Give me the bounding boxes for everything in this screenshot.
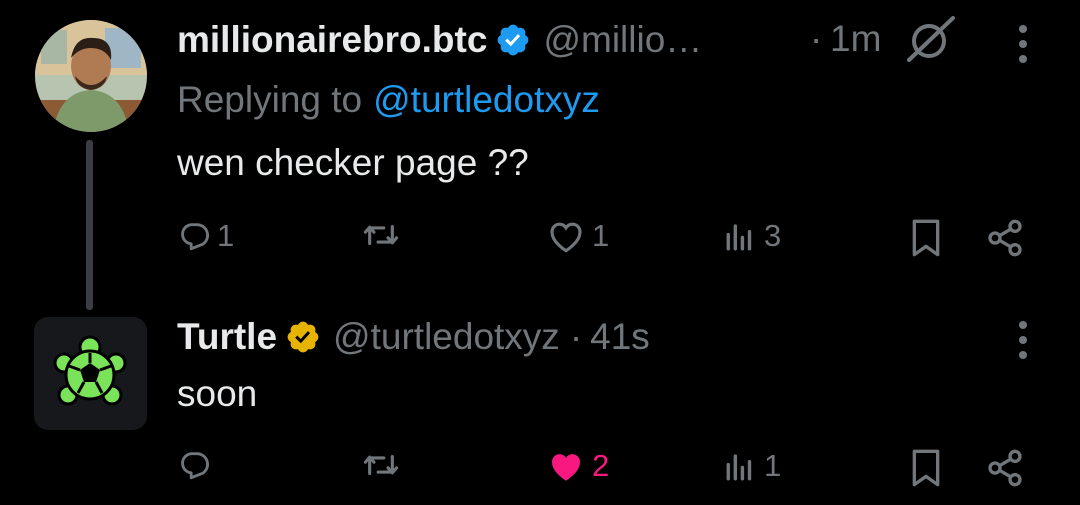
share-icon[interactable] [985,448,1025,488]
more-options-icon[interactable] [1017,24,1029,64]
time-separator: · [810,18,823,59]
repost-icon [363,224,399,246]
replying-to-handle-link[interactable]: @turtledotxyz [373,79,600,121]
username-handle[interactable]: @turtledotxyz [333,316,560,358]
like-count: 2 [592,448,610,483]
tweet-time[interactable]: 1m [830,18,881,60]
views-button[interactable]: 1 [724,448,781,484]
repost-button[interactable] [360,218,408,252]
repost-icon [363,454,399,476]
heart-filled-icon [552,454,580,481]
reply-button[interactable] [177,448,217,482]
user-avatar-image [35,20,147,132]
turtle-logo-icon [53,335,127,406]
bookmark-icon[interactable] [909,448,943,488]
verified-badge-icon [498,24,529,56]
more-options-icon[interactable] [1017,320,1029,360]
heart-outline-icon [550,222,582,253]
username-handle[interactable]: @millio… [543,19,702,61]
tweet-time[interactable]: 41s [590,316,650,358]
time-separator: · [569,316,583,357]
view-count: 1 [764,448,782,483]
like-button[interactable]: 1 [546,218,609,254]
reply-button[interactable]: 1 [177,218,234,254]
tweet1-header: millionairebro.btc @millio… [177,16,702,64]
replying-to-label: Replying to [177,79,363,120]
reply-icon [181,223,209,251]
like-button[interactable]: 2 [546,448,609,484]
avatar[interactable] [34,317,147,430]
reply-icon [181,452,209,480]
tweet-text: wen checker page ?? [177,142,529,183]
view-count: 3 [764,218,782,253]
analytics-bars-icon [726,224,752,251]
bookmark-icon[interactable] [909,218,943,258]
tweet-text: soon [177,373,258,414]
display-name[interactable]: Turtle [177,316,277,358]
reply-count: 1 [217,218,235,253]
views-button[interactable]: 3 [724,218,781,254]
like-count: 1 [592,218,610,253]
analytics-bars-icon [726,454,752,481]
avatar[interactable] [35,20,147,132]
verified-org-badge-icon [287,321,319,353]
repost-button[interactable] [360,448,408,482]
grok-icon[interactable] [905,14,957,64]
display-name[interactable]: millionairebro.btc [177,19,487,61]
replying-to: Replying to @turtledotxyz [177,78,600,122]
thread-connector-line [86,140,93,310]
tweet2-header: Turtle @turtledotxyz · 41s [177,313,650,361]
share-icon[interactable] [985,218,1025,258]
